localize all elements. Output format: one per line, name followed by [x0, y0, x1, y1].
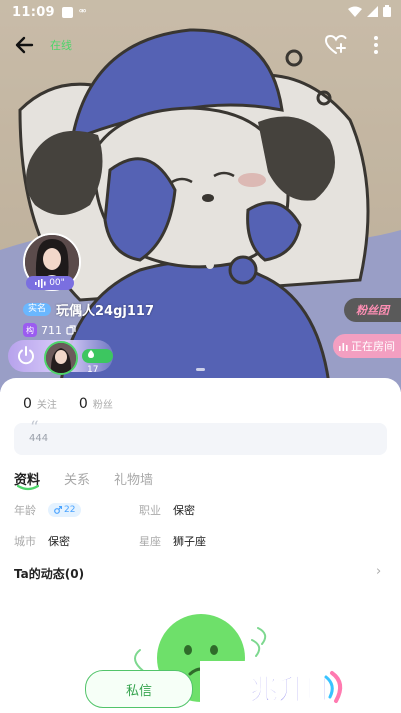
- zodiac-cell: 星座 狮子座: [139, 533, 206, 549]
- city-cell: 城市 保密: [14, 533, 70, 549]
- job-cell: 职业 保密: [139, 502, 195, 518]
- equalizer-icon: [339, 342, 348, 351]
- level-row: 构 711: [23, 323, 76, 337]
- bio-text: 444: [29, 433, 49, 444]
- age-cell: 年龄 22: [14, 502, 82, 518]
- room-count-value: 17: [87, 365, 99, 375]
- current-room-bar[interactable]: 17: [8, 340, 113, 375]
- tab-relations[interactable]: 关系: [64, 469, 90, 488]
- wifi-icon: [348, 6, 362, 17]
- zodiac-label: 星座: [139, 535, 161, 548]
- stat-fans[interactable]: 0 粉丝: [79, 396, 113, 412]
- stat-following[interactable]: 0 关注: [23, 396, 57, 412]
- in-room-badge[interactable]: 正在房间: [333, 334, 401, 358]
- username: 玩偶人24gj117: [56, 304, 155, 319]
- room-count: 17: [82, 349, 113, 375]
- tab-gift-wall[interactable]: 礼物墙: [114, 469, 153, 488]
- private-message-button[interactable]: 私信: [85, 670, 193, 708]
- notification-square-icon: [61, 6, 73, 18]
- bio-box: “ 444: [14, 418, 387, 455]
- name-row: 实名 玩偶人24gj117: [23, 300, 154, 319]
- battery-icon: [383, 5, 391, 17]
- in-room-label: 正在房间: [351, 340, 395, 353]
- city-value: 保密: [48, 535, 70, 548]
- level-value: 711: [41, 323, 62, 337]
- heart-plus-icon[interactable]: [323, 32, 349, 58]
- fans-label: 粉丝: [92, 400, 113, 411]
- info-grid: 年龄 22 职业 保密 城市 保密 星座 狮子座: [14, 502, 387, 564]
- job-label: 职业: [139, 504, 161, 517]
- voice-intro-pill[interactable]: 00": [26, 276, 74, 290]
- copy-icon[interactable]: [66, 325, 76, 335]
- profile-cover: 11:09 ⚮ 在线 00" 实名 玩偶人24gj117 构 711 17 粉丝…: [0, 0, 401, 392]
- gender-age-badge: 22: [48, 503, 82, 517]
- online-status: 在线: [50, 39, 72, 52]
- following-label: 关注: [36, 400, 57, 411]
- voice-duration: 00": [49, 278, 65, 288]
- power-icon[interactable]: [14, 344, 38, 368]
- age-value: 22: [64, 505, 76, 515]
- following-count: 0: [23, 396, 32, 412]
- status-bar: 11:09 ⚮: [0, 0, 401, 24]
- signal-icon: [367, 5, 378, 17]
- more-vertical-icon[interactable]: [364, 32, 388, 58]
- top-nav: 在线: [0, 28, 401, 60]
- stats-row: 0 关注 0 粉丝: [23, 396, 113, 412]
- room-host-avatar[interactable]: [44, 341, 78, 375]
- zodiac-value: 狮子座: [173, 535, 206, 548]
- profile-sheet: 0 关注 0 粉丝 “ 444 资料 关系 礼物墙 年龄 22 职业 保密 城市…: [0, 378, 401, 713]
- level-badge: 构: [23, 323, 37, 337]
- tab-active-indicator: [17, 485, 39, 491]
- realname-tag: 实名: [23, 303, 52, 316]
- watermark-logo: 兆升旺: [200, 661, 343, 713]
- fans-count: 0: [78, 396, 88, 412]
- info-row-1: 年龄 22 职业 保密: [14, 502, 387, 533]
- cover-page-indicator: [196, 368, 205, 371]
- flame-icon: [88, 350, 94, 358]
- fan-club-badge[interactable]: 粉丝团: [344, 298, 401, 322]
- watermark-text: 兆升旺: [250, 673, 334, 706]
- back-arrow-icon[interactable]: [12, 32, 38, 58]
- dynamics-header[interactable]: Ta的动态(0): [14, 565, 84, 582]
- age-label: 年龄: [14, 504, 36, 517]
- sound-wave-icon: [35, 278, 46, 288]
- tab-profile[interactable]: 资料: [14, 469, 40, 491]
- notification-glyph: ⚮: [78, 7, 87, 17]
- city-label: 城市: [14, 535, 36, 548]
- status-time: 11:09: [12, 4, 55, 20]
- male-icon: [54, 506, 62, 514]
- job-value: 保密: [173, 504, 195, 517]
- room-host-image: [46, 343, 76, 373]
- info-row-2: 城市 保密 星座 狮子座: [14, 533, 387, 564]
- chevron-right-icon[interactable]: ›: [376, 564, 381, 579]
- profile-tabs: 资料 关系 礼物墙: [14, 469, 153, 491]
